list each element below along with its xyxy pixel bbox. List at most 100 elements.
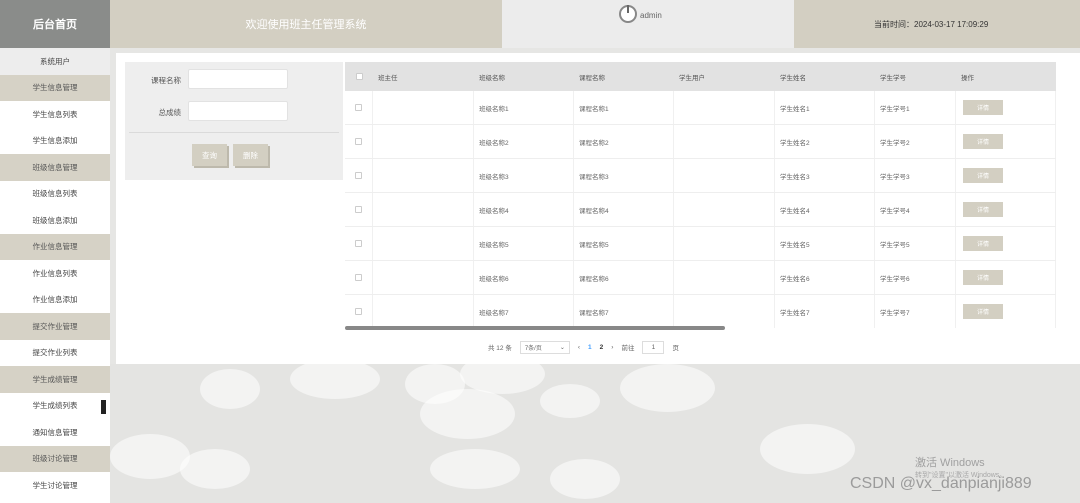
sidebar: 系统用户 学生信息管理 学生信息列表 学生信息添加 班级信息管理 班级信息列表 … (0, 48, 110, 503)
user-area[interactable]: admin (502, 0, 794, 48)
row-checkbox[interactable] (345, 125, 373, 158)
cell-teacher (373, 295, 474, 328)
goto-page-input[interactable]: 1 (642, 340, 665, 354)
cell-teacher (373, 91, 474, 124)
row-checkbox[interactable] (345, 159, 373, 192)
cell-course: 课程名称4 (574, 193, 674, 226)
sidebar-group-submission[interactable]: 提交作业管理 (0, 313, 110, 340)
username: admin (640, 11, 662, 20)
home-logo[interactable]: 后台首页 (0, 0, 110, 48)
row-checkbox[interactable] (345, 261, 373, 294)
sidebar-group-student-info[interactable]: 学生信息管理 (0, 74, 110, 101)
sidebar-item-student-discussion[interactable]: 学生讨论管理 (0, 472, 110, 499)
csdn-watermark: CSDN @vx_danpianji889 (850, 475, 1032, 492)
col-user: 学生用户 (679, 74, 705, 82)
sidebar-item-student-list[interactable]: 学生信息列表 (0, 101, 110, 128)
delete-button[interactable]: 删除 (233, 144, 268, 166)
detail-button[interactable]: 详情 (963, 304, 1003, 319)
col-name: 学生姓名 (780, 74, 806, 82)
sidebar-item-class-list[interactable]: 班级信息列表 (0, 181, 110, 208)
total-count: 共 12 条 (488, 345, 512, 352)
cell-user (674, 91, 775, 124)
cell-sid: 学生学号3 (875, 159, 956, 192)
row-checkbox[interactable] (345, 227, 373, 260)
sidebar-group-class-info[interactable]: 班级信息管理 (0, 154, 110, 181)
cell-sid: 学生学号5 (875, 227, 956, 260)
cell-name: 学生姓名2 (775, 125, 875, 158)
sidebar-item-submission-list[interactable]: 提交作业列表 (0, 340, 110, 367)
active-indicator (101, 399, 106, 414)
chevron-down-icon: ⌄ (559, 344, 565, 351)
table-header: 班主任 班级名称 课程名称 学生用户 学生姓名 学生学号 操作 (345, 62, 1056, 91)
course-name-input[interactable] (188, 69, 288, 89)
col-course: 课程名称 (579, 74, 605, 82)
sidebar-item-student-add[interactable]: 学生信息添加 (0, 128, 110, 155)
detail-button[interactable]: 详情 (963, 236, 1003, 251)
next-page-button[interactable]: › (611, 344, 613, 351)
table-row: 班级名称2 课程名称2 学生姓名2 学生学号2 详情 (345, 125, 1056, 159)
course-name-label: 课程名称 (151, 76, 181, 85)
cell-course: 课程名称2 (574, 125, 674, 158)
cell-name: 学生姓名3 (775, 159, 875, 192)
avatar-icon[interactable] (619, 5, 637, 23)
detail-button[interactable]: 详情 (963, 202, 1003, 217)
cell-sid: 学生学号1 (875, 91, 956, 124)
detail-button[interactable]: 详情 (963, 100, 1003, 115)
sidebar-item-homework-list[interactable]: 作业信息列表 (0, 260, 110, 287)
total-score-label: 总成绩 (158, 108, 182, 117)
detail-button[interactable]: 详情 (963, 270, 1003, 285)
page-1-button[interactable]: 1 (588, 344, 592, 351)
cell-name: 学生姓名1 (775, 91, 875, 124)
horizontal-scrollbar[interactable] (345, 326, 725, 330)
table-row: 班级名称1 课程名称1 学生姓名1 学生学号1 详情 (345, 91, 1056, 125)
sidebar-item-homework-add[interactable]: 作业信息添加 (0, 287, 110, 314)
cell-actions: 详情 (956, 261, 1056, 294)
cell-user (674, 261, 775, 294)
sidebar-item-system-users[interactable]: 系统用户 (0, 48, 110, 75)
detail-button[interactable]: 详情 (963, 168, 1003, 183)
cell-user (674, 125, 775, 158)
col-actions: 操作 (961, 74, 974, 82)
prev-page-button[interactable]: ‹ (578, 344, 580, 351)
table-row: 班级名称5 课程名称5 学生姓名5 学生学号5 详情 (345, 227, 1056, 261)
sidebar-group-scores[interactable]: 学生成绩管理 (0, 366, 110, 393)
cell-actions: 详情 (956, 227, 1056, 260)
row-checkbox[interactable] (345, 91, 373, 124)
cell-name: 学生姓名6 (775, 261, 875, 294)
select-all-checkbox[interactable] (345, 62, 373, 91)
cell-actions: 详情 (956, 125, 1056, 158)
sidebar-group-class-discussion[interactable]: 班级讨论管理 (0, 445, 110, 472)
cell-class: 班级名称1 (474, 91, 574, 124)
cell-actions: 详情 (956, 159, 1056, 192)
total-score-input[interactable] (188, 101, 288, 121)
sidebar-group-homework-info[interactable]: 作业信息管理 (0, 233, 110, 260)
cell-class: 班级名称2 (474, 125, 574, 158)
cell-class: 班级名称4 (474, 193, 574, 226)
data-table: 班主任 班级名称 课程名称 学生用户 学生姓名 学生学号 操作 班级名称1 课程名… (345, 62, 1056, 328)
sidebar-item-score-list[interactable]: 学生成绩列表 (0, 393, 110, 420)
cell-actions: 详情 (956, 295, 1056, 328)
cell-sid: 学生学号2 (875, 125, 956, 158)
cell-teacher (373, 125, 474, 158)
page-unit-label: 页 (672, 345, 679, 352)
divider (129, 132, 339, 133)
sidebar-item-class-add[interactable]: 班级信息添加 (0, 207, 110, 234)
cell-sid: 学生学号6 (875, 261, 956, 294)
page-2-button[interactable]: 2 (600, 344, 604, 351)
cell-course: 课程名称3 (574, 159, 674, 192)
cell-actions: 详情 (956, 91, 1056, 124)
col-sid: 学生学号 (880, 74, 906, 82)
goto-label: 前往 (621, 345, 635, 352)
row-checkbox[interactable] (345, 295, 373, 328)
cell-actions: 详情 (956, 193, 1056, 226)
row-checkbox[interactable] (345, 193, 373, 226)
cell-class: 班级名称5 (474, 227, 574, 260)
page-size-select[interactable]: 7条/页 ⌄ (519, 340, 570, 354)
cell-user (674, 159, 775, 192)
sidebar-item-notice[interactable]: 通知信息管理 (0, 419, 110, 446)
cell-course: 课程名称7 (574, 295, 674, 328)
current-time: 当前时间：2024-03-17 17:09:29 (794, 0, 1080, 48)
query-button[interactable]: 查询 (192, 144, 227, 166)
detail-button[interactable]: 详情 (963, 134, 1003, 149)
cell-sid: 学生学号7 (875, 295, 956, 328)
